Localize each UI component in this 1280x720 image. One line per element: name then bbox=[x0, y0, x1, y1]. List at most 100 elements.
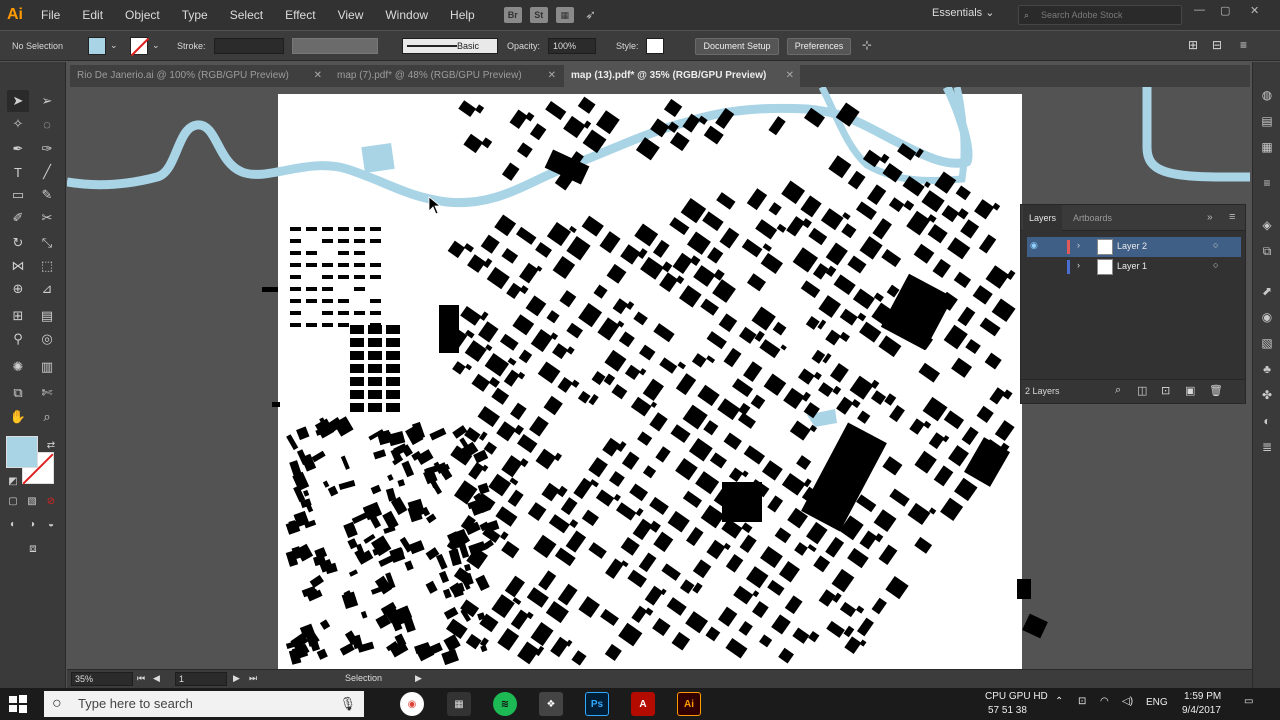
symbol-sprayer-icon[interactable]: ✺ bbox=[7, 356, 29, 378]
pen-tool-icon[interactable]: ✒ bbox=[7, 138, 29, 160]
rotate-tool-icon[interactable]: ↻ bbox=[7, 232, 29, 254]
opacity-field[interactable]: 100% bbox=[548, 38, 596, 54]
language-indicator[interactable]: ENG bbox=[1146, 697, 1168, 708]
stroke-swatch[interactable] bbox=[130, 37, 148, 55]
shaper-tool-icon[interactable]: ✐ bbox=[7, 207, 29, 229]
panel-menu-icon[interactable]: ≡ bbox=[1229, 211, 1235, 223]
menu-help[interactable]: Help bbox=[439, 0, 486, 30]
scale-tool-icon[interactable]: ⤡ bbox=[36, 232, 58, 254]
artboards-dock-icon[interactable]: ⧉ bbox=[1258, 242, 1276, 260]
draw-inside-icon[interactable]: ◒ bbox=[40, 513, 62, 535]
tab-artboards[interactable]: Artboards bbox=[1067, 205, 1118, 231]
notifications-icon[interactable]: ▭ bbox=[1244, 696, 1253, 707]
screen-mode-icon[interactable]: ⧈ bbox=[22, 537, 44, 559]
selection-tool-icon[interactable]: ➤ bbox=[7, 90, 29, 112]
magic-wand-icon[interactable]: ✧ bbox=[7, 113, 29, 135]
brushes-icon[interactable]: ✤ bbox=[1258, 386, 1276, 404]
type-tool-icon[interactable]: T bbox=[7, 161, 29, 183]
panel-menu-icon[interactable]: ≡ bbox=[1240, 38, 1247, 52]
menu-object[interactable]: Object bbox=[114, 0, 171, 30]
close-icon[interactable]: ✕ bbox=[1250, 4, 1259, 17]
windows-start-icon[interactable] bbox=[8, 694, 28, 714]
clipping-mask-icon[interactable]: ◫ bbox=[1137, 384, 1147, 397]
graphic-style-swatch[interactable] bbox=[646, 38, 664, 54]
new-layer-icon[interactable]: ▣ bbox=[1185, 384, 1195, 397]
menu-file[interactable]: File bbox=[30, 0, 71, 30]
target-circle-icon[interactable]: ○ bbox=[1213, 240, 1218, 250]
menu-effect[interactable]: Effect bbox=[274, 0, 326, 30]
chevron-down-icon[interactable]: ⌄ bbox=[152, 40, 160, 51]
stroke-panel-icon[interactable]: ≣ bbox=[1258, 438, 1276, 456]
close-tab-icon[interactable]: ✕ bbox=[786, 65, 794, 87]
tab-layers[interactable]: Layers bbox=[1023, 205, 1063, 231]
isolate-icon[interactable]: ⊟ bbox=[1212, 38, 1222, 52]
color-panel-icon[interactable]: ◍ bbox=[1258, 86, 1276, 104]
curvature-tool-icon[interactable]: ✑ bbox=[36, 138, 58, 160]
gpu-performance-icon[interactable]: ➶ bbox=[582, 7, 600, 23]
swatches-icon[interactable]: ▦ bbox=[1258, 138, 1276, 156]
previous-artboard-icon[interactable]: ◀ bbox=[153, 673, 160, 684]
wifi-icon[interactable]: ◠ bbox=[1100, 696, 1109, 707]
stock-search-input[interactable]: ⌕ Search Adobe Stock bbox=[1018, 5, 1182, 25]
align-icon[interactable]: ⊞ bbox=[1188, 38, 1198, 52]
direct-selection-tool-icon[interactable]: ➢ bbox=[36, 90, 58, 112]
color-guide-icon[interactable]: ▤ bbox=[1258, 112, 1276, 130]
menu-edit[interactable]: Edit bbox=[71, 0, 114, 30]
paintbrush-icon[interactable]: ✎ bbox=[36, 184, 58, 206]
menu-window[interactable]: Window bbox=[374, 0, 439, 30]
hand-tool-icon[interactable]: ✋ bbox=[7, 406, 29, 428]
swap-colors-icon[interactable]: ⇄ bbox=[40, 434, 62, 456]
export-icon[interactable]: ⬈ bbox=[1258, 282, 1276, 300]
document-setup-button[interactable]: Document Setup bbox=[695, 38, 779, 55]
layers-dock-icon[interactable]: ◈ bbox=[1258, 216, 1276, 234]
slice-tool-icon[interactable]: ✄ bbox=[36, 382, 58, 404]
chevron-down-icon[interactable]: ⌄ bbox=[110, 40, 118, 51]
graph-tool-icon[interactable]: ▥ bbox=[36, 356, 58, 378]
maximize-icon[interactable]: ▢ bbox=[1220, 4, 1230, 17]
menu-select[interactable]: Select bbox=[219, 0, 274, 30]
microphone-icon[interactable]: 🎙 bbox=[339, 691, 356, 717]
network-icon[interactable]: ⊡ bbox=[1078, 696, 1086, 707]
rectangle-tool-icon[interactable]: ▭ bbox=[7, 184, 29, 206]
visibility-eye-icon[interactable]: ◉ bbox=[1030, 240, 1038, 251]
new-sublayer-icon[interactable]: ⊡ bbox=[1161, 384, 1170, 397]
properties-icon[interactable]: ≡ bbox=[1258, 174, 1276, 192]
last-artboard-icon[interactable]: ⏭ bbox=[249, 673, 257, 684]
width-tool-icon[interactable]: ⋈ bbox=[7, 255, 29, 277]
spotify-icon[interactable]: ≋ bbox=[493, 692, 517, 716]
free-transform-icon[interactable]: ⬚ bbox=[36, 255, 58, 277]
menu-type[interactable]: Type bbox=[171, 0, 219, 30]
tray-overflow-icon[interactable]: ⌃ bbox=[1055, 696, 1063, 707]
gradient-tool-icon[interactable]: ▤ bbox=[36, 305, 58, 327]
locate-object-icon[interactable]: ⌕ bbox=[1115, 384, 1121, 397]
appearance-icon[interactable]: ◉ bbox=[1258, 308, 1276, 326]
illustrator-taskbar-icon[interactable]: Ai bbox=[677, 692, 701, 716]
calculator-icon[interactable]: ▦ bbox=[447, 692, 471, 716]
transparency-icon[interactable]: ◐ bbox=[1258, 412, 1276, 430]
arrange-documents-icon[interactable]: ▦ bbox=[555, 7, 574, 23]
mesh-tool-icon[interactable]: ⊞ bbox=[7, 305, 29, 327]
transform-icon[interactable]: ⊹ bbox=[862, 38, 872, 52]
graphic-styles-icon[interactable]: ▧ bbox=[1258, 334, 1276, 352]
clock-time[interactable]: 1:59 PM bbox=[1184, 691, 1221, 702]
layer-row-layer-2[interactable]: ◉ › Layer 2 ○ bbox=[1027, 237, 1241, 257]
variable-width-profile[interactable] bbox=[292, 38, 378, 54]
lasso-icon[interactable]: ◌ bbox=[36, 113, 58, 135]
layer-row-layer-1[interactable]: › Layer 1 ○ bbox=[1027, 257, 1241, 277]
blend-tool-icon[interactable]: ◎ bbox=[36, 328, 58, 350]
bridge-icon[interactable]: Br bbox=[503, 7, 522, 23]
zoom-tool-icon[interactable]: ⌕ bbox=[36, 406, 58, 428]
app-icon[interactable]: ❖ bbox=[539, 692, 563, 716]
expand-chevron-icon[interactable]: › bbox=[1077, 240, 1080, 250]
tab-map-7[interactable]: map (7).pdf* @ 48% (RGB/GPU Preview) ✕ bbox=[330, 65, 562, 87]
workspace-switcher[interactable]: Essentials ⌄ bbox=[932, 6, 994, 19]
stock-icon[interactable]: St bbox=[529, 7, 548, 23]
stroke-weight-field[interactable] bbox=[214, 38, 284, 54]
perspective-grid-icon[interactable]: ⊿ bbox=[36, 278, 58, 300]
photoshop-icon[interactable]: Ps bbox=[585, 692, 609, 716]
tab-map-13[interactable]: map (13).pdf* @ 35% (RGB/GPU Preview) ✕ bbox=[564, 65, 800, 87]
line-tool-icon[interactable]: ╱ bbox=[36, 161, 58, 183]
target-circle-icon[interactable]: ○ bbox=[1213, 260, 1218, 270]
menu-view[interactable]: View bbox=[327, 0, 375, 30]
collapse-panel-icon[interactable]: » bbox=[1207, 212, 1213, 223]
